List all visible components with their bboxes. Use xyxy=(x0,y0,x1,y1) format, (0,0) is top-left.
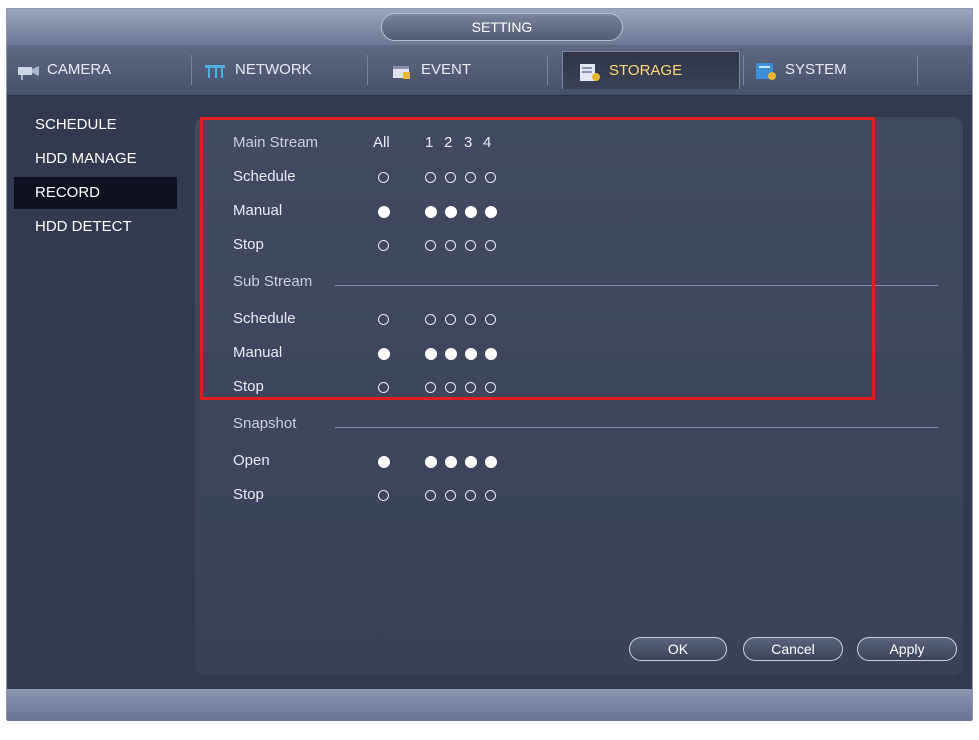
tab-divider xyxy=(367,55,368,85)
settings-window: SETTING CAMERA NETWORK EVENT STORAGE SYS… xyxy=(6,8,973,721)
main-stream-label: Main Stream xyxy=(233,134,319,151)
menu-item-hdd-detect[interactable]: HDD DETECT xyxy=(7,211,177,243)
sub-stream-radio-ch3[interactable] xyxy=(465,348,477,360)
system-icon xyxy=(753,59,779,81)
main-stream-radio-ch4[interactable] xyxy=(485,172,496,183)
tab-label: EVENT xyxy=(421,61,472,78)
tab-divider xyxy=(191,55,192,85)
apply-button[interactable]: Apply xyxy=(857,637,957,661)
main-stream-radio-ch2[interactable] xyxy=(445,206,457,218)
snapshot-radio-ch3[interactable] xyxy=(465,456,477,468)
tab-event[interactable]: EVENT xyxy=(389,51,567,89)
tab-bar: CAMERA NETWORK EVENT STORAGE SYSTEM xyxy=(7,45,972,96)
main-stream-row-label: Schedule xyxy=(233,168,296,185)
main-stream-radio-all[interactable] xyxy=(378,206,390,218)
sub-stream-radio-ch2[interactable] xyxy=(445,314,456,325)
section-divider xyxy=(335,285,938,286)
channel-header-2: 2 xyxy=(444,134,453,151)
tab-system[interactable]: SYSTEM xyxy=(753,51,931,89)
snapshot-radio-ch4[interactable] xyxy=(485,456,497,468)
sub-stream-label: Sub Stream xyxy=(233,273,313,290)
snapshot-radio-ch1[interactable] xyxy=(425,456,437,468)
main-stream-radio-ch1[interactable] xyxy=(425,206,437,218)
main-stream-row-label: Stop xyxy=(233,236,264,253)
tab-divider xyxy=(917,55,918,85)
section-divider xyxy=(335,427,938,428)
snapshot-radio-ch4[interactable] xyxy=(485,490,496,501)
main-stream-radio-all[interactable] xyxy=(378,240,389,251)
sub-stream-radio-ch1[interactable] xyxy=(425,382,436,393)
sub-stream-radio-ch3[interactable] xyxy=(465,382,476,393)
main-stream-radio-all[interactable] xyxy=(378,172,389,183)
main-stream-radio-ch4[interactable] xyxy=(485,206,497,218)
snapshot-label: Snapshot xyxy=(233,415,297,432)
camera-icon xyxy=(15,59,41,81)
main-stream-radio-ch3[interactable] xyxy=(465,206,477,218)
snapshot-radio-ch3[interactable] xyxy=(465,490,476,501)
tab-label: NETWORK xyxy=(235,61,312,78)
menu-item-record[interactable]: RECORD xyxy=(14,177,177,209)
tab-label: STORAGE xyxy=(609,61,683,79)
sub-stream-radio-all[interactable] xyxy=(378,314,389,325)
main-stream-radio-ch4[interactable] xyxy=(485,240,496,251)
sub-stream-radio-ch4[interactable] xyxy=(485,314,496,325)
record-panel: Main Stream All 1 2 3 4 Sub Stream Snaps… xyxy=(195,117,963,675)
snapshot-radio-ch2[interactable] xyxy=(445,490,456,501)
menu-item-schedule[interactable]: SCHEDULE xyxy=(7,109,177,141)
snapshot-radio-all[interactable] xyxy=(378,490,389,501)
cancel-button[interactable]: Cancel xyxy=(743,637,843,661)
event-icon xyxy=(389,59,415,81)
tab-divider xyxy=(547,55,548,85)
main-stream-radio-ch2[interactable] xyxy=(445,240,456,251)
tab-storage[interactable]: STORAGE xyxy=(562,51,740,89)
snapshot-row-label: Stop xyxy=(233,486,264,503)
tab-network[interactable]: NETWORK xyxy=(203,51,381,89)
tab-divider xyxy=(743,55,744,85)
sub-stream-row-label: Schedule xyxy=(233,310,296,327)
snapshot-radio-ch1[interactable] xyxy=(425,490,436,501)
snapshot-radio-all[interactable] xyxy=(378,456,390,468)
sub-stream-radio-ch1[interactable] xyxy=(425,314,436,325)
tab-label: SYSTEM xyxy=(785,61,847,78)
snapshot-row-label: Open xyxy=(233,452,270,469)
sub-stream-radio-ch1[interactable] xyxy=(425,348,437,360)
main-stream-radio-ch3[interactable] xyxy=(465,240,476,251)
main-stream-radio-ch1[interactable] xyxy=(425,240,436,251)
sub-stream-radio-all[interactable] xyxy=(378,382,389,393)
sub-stream-radio-ch2[interactable] xyxy=(445,348,457,360)
storage-icon xyxy=(577,60,603,82)
tab-camera[interactable]: CAMERA xyxy=(15,51,193,89)
all-column-header: All xyxy=(373,134,390,151)
sub-stream-radio-ch3[interactable] xyxy=(465,314,476,325)
footer-bar xyxy=(7,689,972,721)
tab-label: CAMERA xyxy=(47,61,112,78)
ok-button[interactable]: OK xyxy=(629,637,727,661)
channel-header-1: 1 xyxy=(425,134,434,151)
sub-stream-row-label: Manual xyxy=(233,344,283,361)
title-bar: SETTING xyxy=(7,9,972,45)
sub-stream-radio-ch4[interactable] xyxy=(485,348,497,360)
main-stream-radio-ch1[interactable] xyxy=(425,172,436,183)
main-stream-radio-ch3[interactable] xyxy=(465,172,476,183)
channel-header-3: 3 xyxy=(464,134,473,151)
window-title: SETTING xyxy=(381,13,623,41)
channel-header-4: 4 xyxy=(483,134,492,151)
left-menu: SCHEDULE HDD MANAGE RECORD HDD DETECT xyxy=(7,109,177,669)
sub-stream-row-label: Stop xyxy=(233,378,264,395)
sub-stream-radio-ch4[interactable] xyxy=(485,382,496,393)
main-stream-radio-ch2[interactable] xyxy=(445,172,456,183)
menu-item-hdd-manage[interactable]: HDD MANAGE xyxy=(7,143,177,175)
sub-stream-radio-all[interactable] xyxy=(378,348,390,360)
network-icon xyxy=(203,59,229,81)
snapshot-radio-ch2[interactable] xyxy=(445,456,457,468)
main-stream-row-label: Manual xyxy=(233,202,283,219)
sub-stream-radio-ch2[interactable] xyxy=(445,382,456,393)
